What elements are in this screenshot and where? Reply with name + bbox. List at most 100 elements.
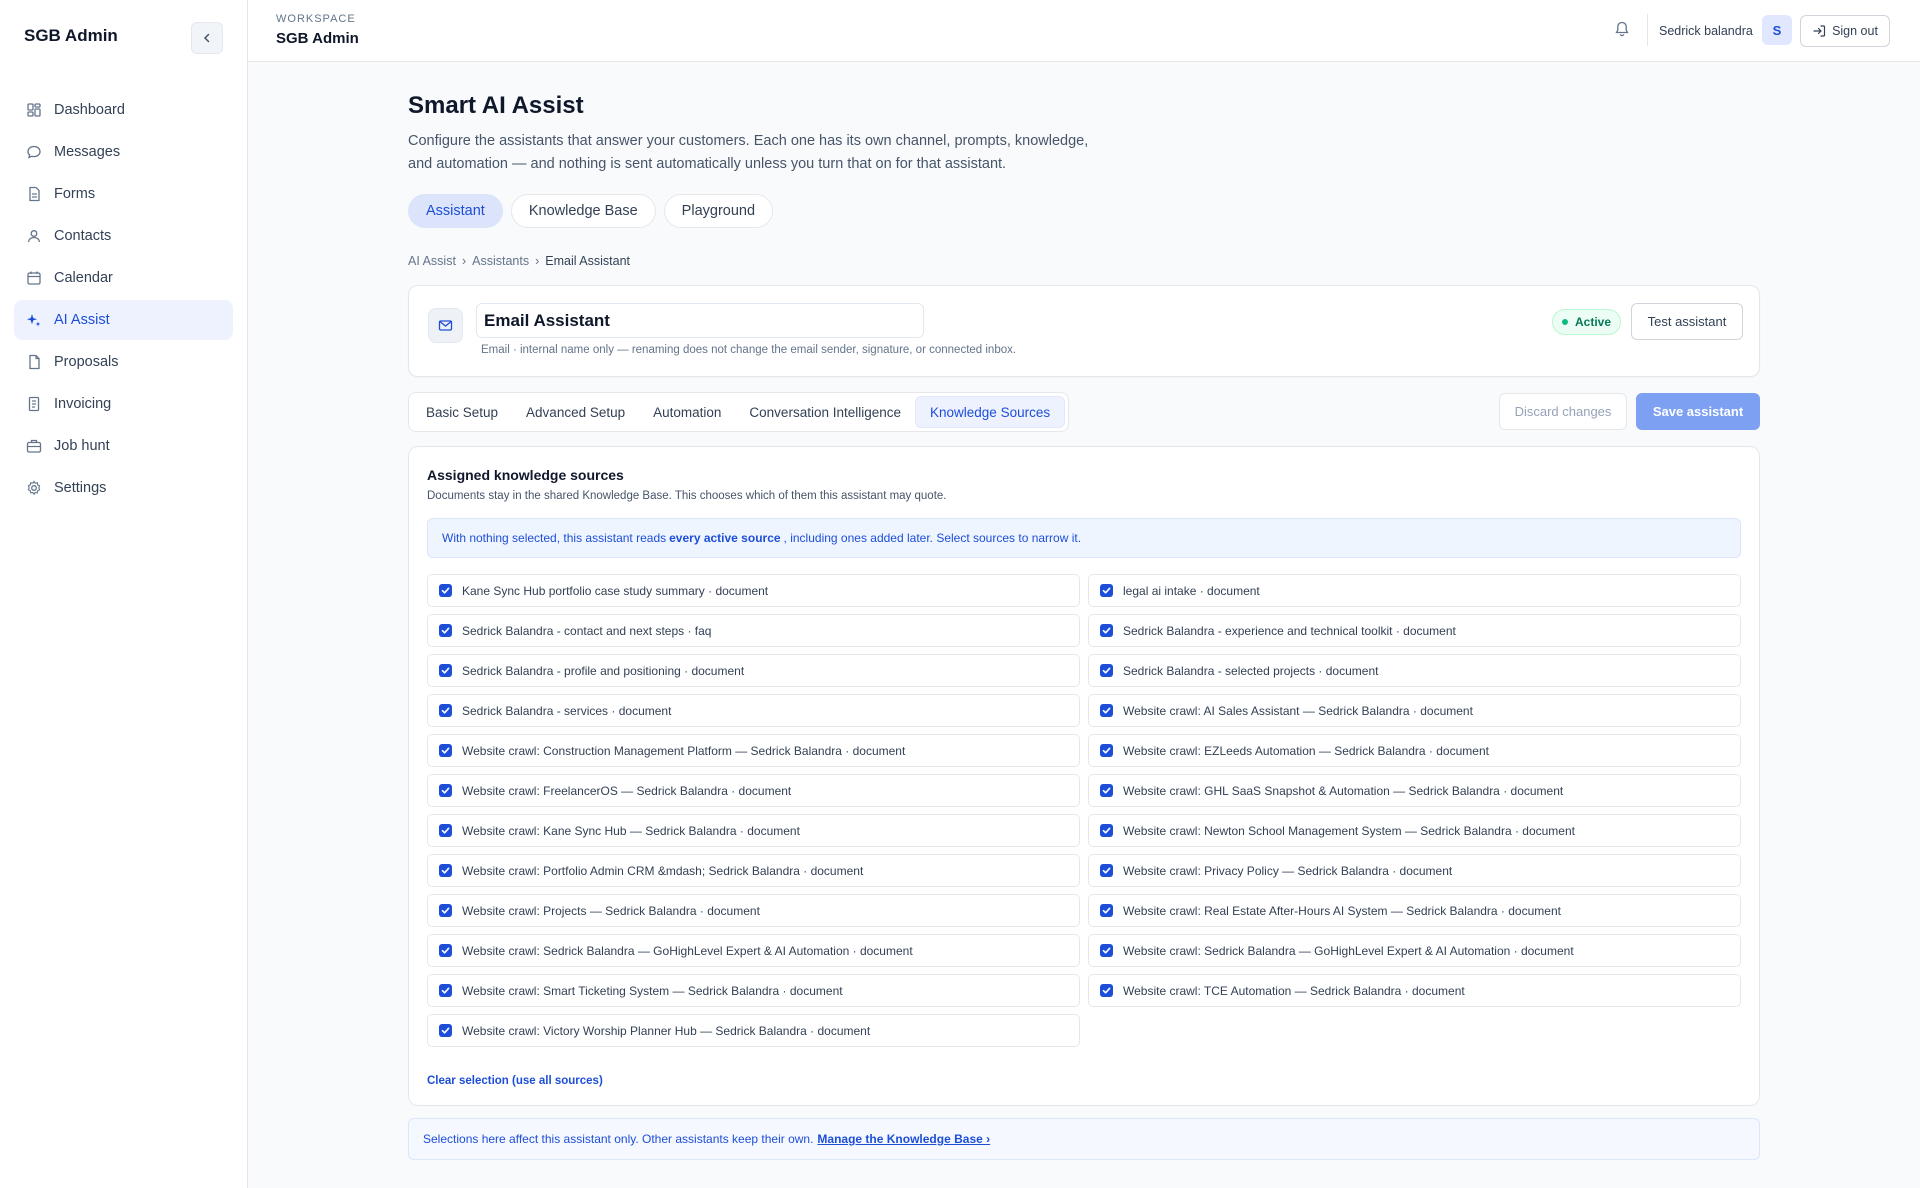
knowledge-source-item[interactable]: Website crawl: Portfolio Admin CRM &mdas… [427,854,1080,887]
sidebar-item-forms[interactable]: Forms [14,174,233,214]
footer-note: Selections here affect this assistant on… [408,1118,1760,1160]
knowledge-source-item[interactable]: Sedrick Balandra - services · document [427,694,1080,727]
sidebar-item-job-hunt[interactable]: Job hunt [14,426,233,466]
knowledge-source-item[interactable]: legal ai intake · document [1088,574,1741,607]
knowledge-source-item[interactable]: Website crawl: Newton School Management … [1088,814,1741,847]
knowledge-source-item[interactable]: Sedrick Balandra - contact and next step… [427,614,1080,647]
checkbox-checked-icon[interactable] [439,624,452,637]
knowledge-source-label: Website crawl: Smart Ticketing System — … [462,983,843,998]
status-badge: Active [1552,309,1622,335]
tab-basic-setup[interactable]: Basic Setup [412,396,512,428]
tab-advanced-setup[interactable]: Advanced Setup [512,396,639,428]
tab-knowledge-sources[interactable]: Knowledge Sources [915,396,1066,428]
checkbox-checked-icon[interactable] [439,584,452,597]
sparkles-icon [26,312,42,328]
manage-knowledge-base-link[interactable]: Manage the Knowledge Base › [817,1132,990,1146]
knowledge-source-item[interactable]: Website crawl: Sedrick Balandra — GoHigh… [1088,934,1741,967]
checkbox-checked-icon[interactable] [439,664,452,677]
knowledge-sources-title: Assigned knowledge sources [427,467,624,483]
topbar-divider [1647,14,1648,46]
avatar[interactable]: S [1762,15,1792,45]
info-text-bold: every active source [669,531,781,545]
checkbox-checked-icon[interactable] [1100,824,1113,837]
sidebar-item-label: Job hunt [54,438,110,454]
sidebar-item-proposals[interactable]: Proposals [14,342,233,382]
checkbox-checked-icon[interactable] [439,904,452,917]
knowledge-source-item[interactable]: Website crawl: TCE Automation — Sedrick … [1088,974,1741,1007]
page-title: Smart AI Assist [408,92,584,119]
sidebar-item-settings[interactable]: Settings [14,468,233,508]
knowledge-source-item[interactable]: Kane Sync Hub portfolio case study summa… [427,574,1080,607]
breadcrumb-ai-assist[interactable]: AI Assist [408,254,456,268]
gear-icon [26,480,42,496]
knowledge-source-item[interactable]: Website crawl: EZLeeds Automation — Sedr… [1088,734,1741,767]
sidebar-item-contacts[interactable]: Contacts [14,216,233,256]
checkbox-checked-icon[interactable] [1100,984,1113,997]
topbar: WORKSPACE SGB Admin Sedrick balandra S S… [248,0,1920,62]
workspace-name: SGB Admin [276,30,359,47]
knowledge-source-item[interactable]: Website crawl: Privacy Policy — Sedrick … [1088,854,1741,887]
checkbox-checked-icon[interactable] [439,1024,452,1037]
checkbox-checked-icon[interactable] [1100,664,1113,677]
tab-conversation-intelligence[interactable]: Conversation Intelligence [735,396,915,428]
knowledge-source-label: Website crawl: Construction Management P… [462,743,906,758]
sidebar-item-calendar[interactable]: Calendar [14,258,233,298]
tab-playground[interactable]: Playground [663,194,774,228]
checkbox-checked-icon[interactable] [439,984,452,997]
sidebar-item-label: Dashboard [54,102,125,118]
tab-knowledge-base[interactable]: Knowledge Base [510,194,656,228]
assistant-name-input[interactable]: Email Assistant [476,303,924,338]
checkbox-checked-icon[interactable] [439,744,452,757]
tab-assistant[interactable]: Assistant [408,194,503,228]
checkbox-checked-icon[interactable] [439,824,452,837]
knowledge-source-label: Sedrick Balandra - selected projects · d… [1123,663,1379,678]
checkbox-checked-icon[interactable] [1100,584,1113,597]
knowledge-source-label: Website crawl: EZLeeds Automation — Sedr… [1123,743,1489,758]
knowledge-source-item[interactable]: Website crawl: Projects — Sedrick Baland… [427,894,1080,927]
knowledge-source-item[interactable]: Website crawl: Smart Ticketing System — … [427,974,1080,1007]
checkbox-checked-icon[interactable] [1100,624,1113,637]
sign-out-label: Sign out [1832,24,1878,38]
sidebar-item-label: Invoicing [54,396,112,412]
sidebar-item-messages[interactable]: Messages [14,132,233,172]
sign-out-button[interactable]: Sign out [1800,15,1890,47]
knowledge-source-label: Website crawl: Sedrick Balandra — GoHigh… [1123,943,1574,958]
sidebar-item-dashboard[interactable]: Dashboard [14,90,233,130]
knowledge-source-item[interactable]: Website crawl: FreelancerOS — Sedrick Ba… [427,774,1080,807]
test-assistant-button[interactable]: Test assistant [1631,303,1743,340]
tab-automation[interactable]: Automation [639,396,735,428]
checkbox-checked-icon[interactable] [439,944,452,957]
breadcrumb-assistants[interactable]: Assistants [472,254,529,268]
knowledge-source-item[interactable]: Website crawl: Sedrick Balandra — GoHigh… [427,934,1080,967]
checkbox-checked-icon[interactable] [1100,784,1113,797]
knowledge-source-item[interactable]: Sedrick Balandra - experience and techni… [1088,614,1741,647]
sidebar-item-ai-assist[interactable]: AI Assist [14,300,233,340]
checkbox-checked-icon[interactable] [1100,864,1113,877]
knowledge-source-item[interactable]: Website crawl: Real Estate After-Hours A… [1088,894,1741,927]
checkbox-checked-icon[interactable] [1100,744,1113,757]
info-text-pre: With nothing selected, this assistant re… [442,531,667,545]
knowledge-source-item[interactable]: Website crawl: GHL SaaS Snapshot & Autom… [1088,774,1741,807]
knowledge-source-item[interactable]: Website crawl: Victory Worship Planner H… [427,1014,1080,1047]
sign-out-icon [1813,25,1826,37]
sidebar-item-label: Messages [54,144,121,160]
knowledge-source-item[interactable]: Website crawl: Kane Sync Hub — Sedrick B… [427,814,1080,847]
knowledge-source-item[interactable]: Sedrick Balandra - profile and positioni… [427,654,1080,687]
briefcase-icon [26,438,42,454]
knowledge-source-item[interactable]: Website crawl: Construction Management P… [427,734,1080,767]
knowledge-source-item[interactable]: Website crawl: AI Sales Assistant — Sedr… [1088,694,1741,727]
checkbox-checked-icon[interactable] [1100,944,1113,957]
checkbox-checked-icon[interactable] [439,704,452,717]
sidebar-item-invoicing[interactable]: Invoicing [14,384,233,424]
bell-icon[interactable] [1613,20,1631,38]
knowledge-source-item[interactable]: Sedrick Balandra - selected projects · d… [1088,654,1741,687]
discard-changes-button[interactable]: Discard changes [1499,393,1627,430]
checkbox-checked-icon[interactable] [439,784,452,797]
page-tabs: Assistant Knowledge Base Playground [408,194,774,228]
checkbox-checked-icon[interactable] [1100,904,1113,917]
checkbox-checked-icon[interactable] [1100,704,1113,717]
save-assistant-button[interactable]: Save assistant [1636,393,1760,430]
clear-selection-link[interactable]: Clear selection (use all sources) [427,1075,603,1087]
collapse-sidebar-button[interactable] [191,22,223,54]
checkbox-checked-icon[interactable] [439,864,452,877]
